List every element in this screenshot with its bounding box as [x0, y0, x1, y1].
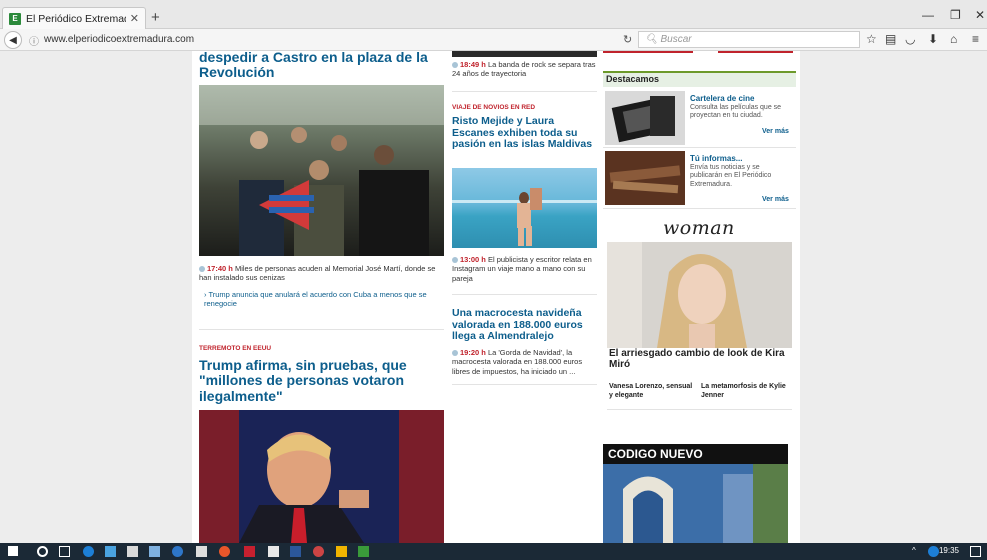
second-headline[interactable]: Trump afirma, sin pruebas, que "millones… [199, 357, 444, 404]
destacamos-header: Destacamos [603, 71, 796, 87]
top-photo-strip [452, 51, 597, 57]
app-icon[interactable] [336, 546, 347, 557]
trump-photo[interactable] [199, 410, 444, 543]
clock-icon [452, 350, 458, 356]
lead-photo[interactable] [199, 85, 444, 256]
close-window-icon[interactable]: ✕ [975, 8, 985, 22]
chevron-up-icon[interactable]: ^ [912, 546, 923, 557]
codigo-title: CODIGO NUEVO [608, 447, 703, 461]
task-view-icon[interactable] [59, 546, 70, 557]
info-icon[interactable]: ⓘ [29, 33, 39, 48]
bookmark-star-icon[interactable]: ☆ [866, 32, 877, 46]
divider [452, 384, 597, 385]
reading-list-icon[interactable]: ▤ [885, 32, 896, 46]
woman-logo[interactable]: woman [663, 217, 735, 239]
windows-taskbar: ^ 19:35 [0, 543, 987, 560]
woman-headline[interactable]: El arriesgado cambio de look de Kira Mir… [609, 348, 794, 370]
middle-item-time: 13:00 h [460, 255, 486, 264]
action-center-icon[interactable] [970, 546, 981, 557]
notes-icon[interactable] [196, 546, 207, 557]
middle-item2-time: 19:20 h [460, 348, 486, 357]
menu-icon[interactable]: ≡ [972, 32, 979, 46]
divider [452, 91, 597, 92]
film-reel-image[interactable] [605, 91, 685, 145]
firefox-icon[interactable] [219, 546, 230, 557]
web-page: despedir a Castro en la plaza de la Revo… [192, 51, 800, 543]
informas-desc: Envía tus noticias y se publicarán en El… [690, 164, 772, 188]
taskbar-clock[interactable]: 19:35 [939, 546, 959, 555]
download-icon[interactable]: ⬇ [928, 32, 938, 46]
red-accent-bar [603, 51, 693, 53]
excel-icon[interactable] [358, 546, 369, 557]
app-icon[interactable] [313, 546, 324, 557]
store-icon[interactable] [127, 546, 138, 557]
search-input[interactable]: 🔍︎ Buscar [638, 31, 860, 48]
app-icon[interactable] [149, 546, 160, 557]
app-icon[interactable] [268, 546, 279, 557]
address-bar[interactable]: www.elperiodicoextremadura.com [44, 34, 194, 45]
tab-bar: E El Periódico Extremadura. ✕ + — ❐ ✕ [0, 0, 987, 29]
cartelera-desc: Consulta las películas que se proyectan … [690, 104, 782, 120]
red-accent-bar [718, 51, 793, 53]
restore-icon[interactable]: ❐ [950, 8, 961, 22]
reload-icon[interactable]: ↻ [623, 33, 632, 46]
middle-headline[interactable]: Risto Mejide y Laura Escanes exhiben tod… [452, 115, 597, 151]
word-icon[interactable] [290, 546, 301, 557]
second-kicker: TERREMOTO EN EEUU [199, 345, 272, 352]
acrobat-icon[interactable] [244, 546, 255, 557]
pocket-icon[interactable]: ◡ [905, 32, 915, 46]
close-tab-icon[interactable]: ✕ [130, 12, 139, 25]
navigation-bar: ◀ ⓘ www.elperiodicoextremadura.com ↻ 🔍︎ … [0, 29, 987, 51]
clock-icon [199, 266, 205, 272]
divider [603, 147, 796, 148]
search-icon: 🔍︎ [645, 34, 661, 45]
minimize-icon[interactable]: — [922, 8, 934, 22]
lead-summary-text: Miles de personas acuden al Memorial Jos… [199, 264, 436, 283]
middle-item-2: 19:20 h La 'Gorda de Navidad', la macroc… [452, 348, 597, 376]
clock-icon [452, 257, 458, 263]
codigo-nuevo-banner[interactable]: CODIGO NUEVO [603, 444, 788, 543]
divider [607, 409, 792, 410]
woman-link-1[interactable]: Vanesa Lorenzo, sensual y elegante [609, 382, 697, 400]
informas-title[interactable]: Tú informas... [690, 154, 742, 163]
lead-summary: 17:40 h Miles de personas acuden al Memo… [199, 264, 444, 283]
related-link-text[interactable]: Trump anuncia que anulará el acuerdo con… [204, 290, 427, 308]
windows-start-icon[interactable] [8, 546, 18, 556]
ver-mas-link[interactable]: Ver más [762, 128, 789, 135]
file-explorer-icon[interactable] [105, 546, 116, 557]
edge-icon[interactable] [83, 546, 94, 557]
related-link[interactable]: › Trump anuncia que anulará el acuerdo c… [204, 290, 439, 309]
tab-title: El Periódico Extremadura. [26, 12, 126, 25]
middle-headline-2[interactable]: Una macrocesta navideña valorada en 188.… [452, 307, 597, 343]
middle-kicker: VIAJE DE NOVIOS EN RED [452, 104, 536, 111]
middle-item: 13:00 h El publicista y escritor relata … [452, 255, 597, 283]
maldivas-photo[interactable] [452, 168, 597, 248]
app-icon[interactable] [172, 546, 183, 557]
network-icon[interactable] [928, 546, 939, 557]
clock-icon [452, 62, 458, 68]
cortana-search-icon[interactable] [37, 546, 48, 557]
home-icon[interactable]: ⌂ [950, 32, 957, 46]
new-tab-button[interactable]: + [151, 9, 160, 26]
ver-mas-link[interactable]: Ver más [762, 196, 789, 203]
lead-headline[interactable]: despedir a Castro en la plaza de la Revo… [199, 51, 444, 81]
divider [199, 329, 444, 330]
lead-time: 17:40 h [207, 264, 233, 273]
site-favicon-icon: E [9, 12, 21, 25]
kira-photo[interactable] [607, 242, 792, 348]
browser-tab[interactable]: E El Periódico Extremadura. ✕ [2, 7, 146, 29]
top-time: 18:49 h [460, 60, 486, 69]
news-photo-image[interactable] [605, 151, 685, 205]
cartelera-title[interactable]: Cartelera de cine [690, 94, 754, 103]
back-arrow-icon[interactable]: ◀ [4, 31, 22, 49]
divider [603, 208, 796, 209]
top-item[interactable]: 18:49 h La banda de rock se separa tras … [452, 60, 597, 79]
woman-link-2[interactable]: La metamorfosis de Kylie Jenner [701, 382, 793, 400]
search-placeholder: Buscar [660, 34, 692, 45]
divider [452, 294, 597, 295]
